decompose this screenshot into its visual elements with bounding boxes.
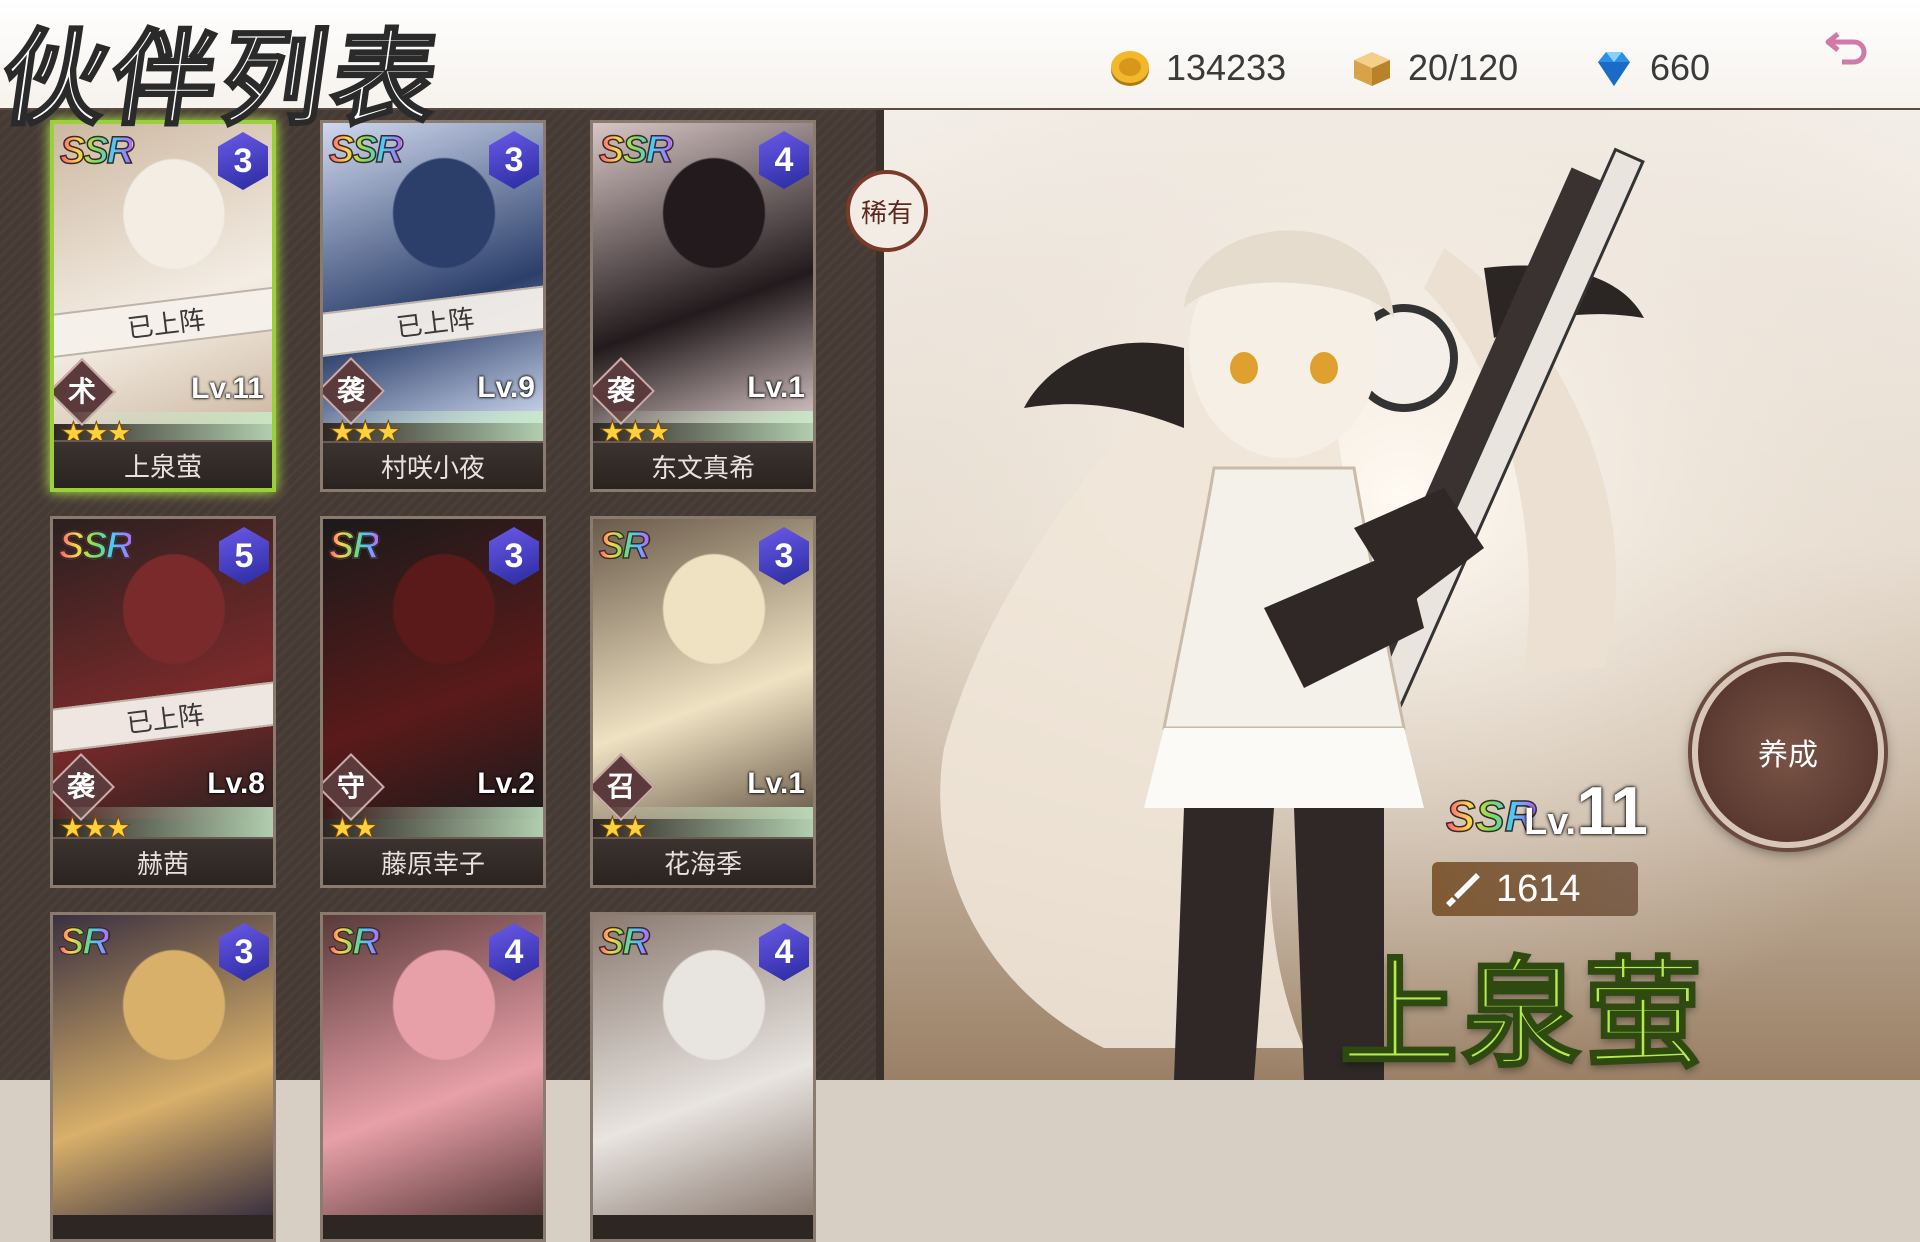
train-button[interactable]: 养成 bbox=[1692, 656, 1884, 848]
sword-icon bbox=[1446, 873, 1480, 907]
rarity-label: SR bbox=[328, 920, 380, 964]
diamond-resource: 660 bbox=[1592, 42, 1710, 94]
gold-value: 134233 bbox=[1166, 47, 1287, 88]
top-bar: 伙伴列表 134233 20/120 660 bbox=[0, 0, 1920, 142]
role-label: 袭 bbox=[606, 374, 635, 407]
role-label: 袭 bbox=[66, 770, 95, 803]
level-label: Lv.1 bbox=[747, 767, 805, 800]
partner-card[interactable]: SSR 3 已上阵袭 Lv.9 ★ ★ ★ 村咲小夜 bbox=[320, 120, 546, 492]
partner-card[interactable]: SSR 5 已上阵袭 Lv.8 ★ ★ ★ 赫茜 bbox=[50, 516, 276, 888]
sort-rarity-button[interactable]: 稀有 bbox=[846, 170, 928, 252]
back-arrow-icon bbox=[1825, 32, 1867, 65]
detail-rarity: SSR bbox=[1445, 791, 1537, 842]
rarity-label: SR bbox=[58, 920, 110, 964]
character-name: 上泉萤 bbox=[1338, 944, 1707, 1085]
page-title: 伙伴列表 bbox=[0, 17, 453, 142]
level-label: Lv.11 bbox=[191, 372, 264, 405]
level-label: Lv.2 bbox=[477, 767, 535, 800]
rarity-label: SR bbox=[598, 524, 650, 568]
detail-level: Lv.11 bbox=[1524, 772, 1648, 850]
partner-card[interactable]: SR 4 bbox=[590, 912, 816, 1242]
partner-name: 上泉萤 bbox=[54, 440, 272, 488]
role-label: 袭 bbox=[336, 374, 365, 407]
level-label: Lv.1 bbox=[747, 371, 805, 404]
rarity-label: SR bbox=[598, 920, 650, 964]
partner-name: 花海季 bbox=[593, 837, 813, 885]
rarity-label: SR bbox=[328, 524, 380, 568]
gold-coin-icon bbox=[1111, 51, 1149, 86]
detail-level-prefix: Lv. bbox=[1524, 801, 1577, 843]
power-value: 1614 bbox=[1496, 867, 1581, 910]
partner-card[interactable]: SR 3 bbox=[50, 912, 276, 1242]
diamond-value: 660 bbox=[1650, 47, 1711, 88]
partner-name: 赫茜 bbox=[53, 837, 273, 885]
crate-icon bbox=[1354, 52, 1390, 86]
partner-card[interactable]: SR 4 bbox=[320, 912, 546, 1242]
partner-card[interactable]: SSR 3 已上阵术 Lv.11 ★ ★ ★ 上泉萤 bbox=[50, 120, 276, 492]
partner-name: 东文真希 bbox=[593, 441, 813, 489]
storage-resource: 20/120 bbox=[1350, 42, 1518, 94]
partner-card[interactable]: SR 3 守 Lv.2 ★ ★ 藤原幸子 bbox=[320, 516, 546, 888]
storage-value: 20/120 bbox=[1408, 47, 1519, 88]
gold-resource: 134233 bbox=[1108, 42, 1286, 94]
rarity-label: SSR bbox=[58, 524, 134, 568]
power-display: 1614 bbox=[1432, 862, 1638, 916]
detail-level-number: 11 bbox=[1576, 773, 1648, 849]
level-label: Lv.8 bbox=[207, 767, 265, 800]
diamond-icon bbox=[1598, 52, 1630, 86]
role-label: 召 bbox=[606, 770, 635, 803]
role-label: 术 bbox=[67, 375, 96, 408]
rarity-label: SSR bbox=[598, 128, 674, 172]
partner-card[interactable]: SR 3 召 Lv.1 ★ ★ 花海季 bbox=[590, 516, 816, 888]
level-label: Lv.9 bbox=[477, 371, 535, 404]
partner-name: 村咲小夜 bbox=[323, 441, 543, 489]
partner-card[interactable]: SSR 4 袭 Lv.1 ★ ★ ★ 东文真希 bbox=[590, 120, 816, 492]
partner-name: 藤原幸子 bbox=[323, 837, 543, 885]
role-label: 守 bbox=[336, 770, 365, 803]
